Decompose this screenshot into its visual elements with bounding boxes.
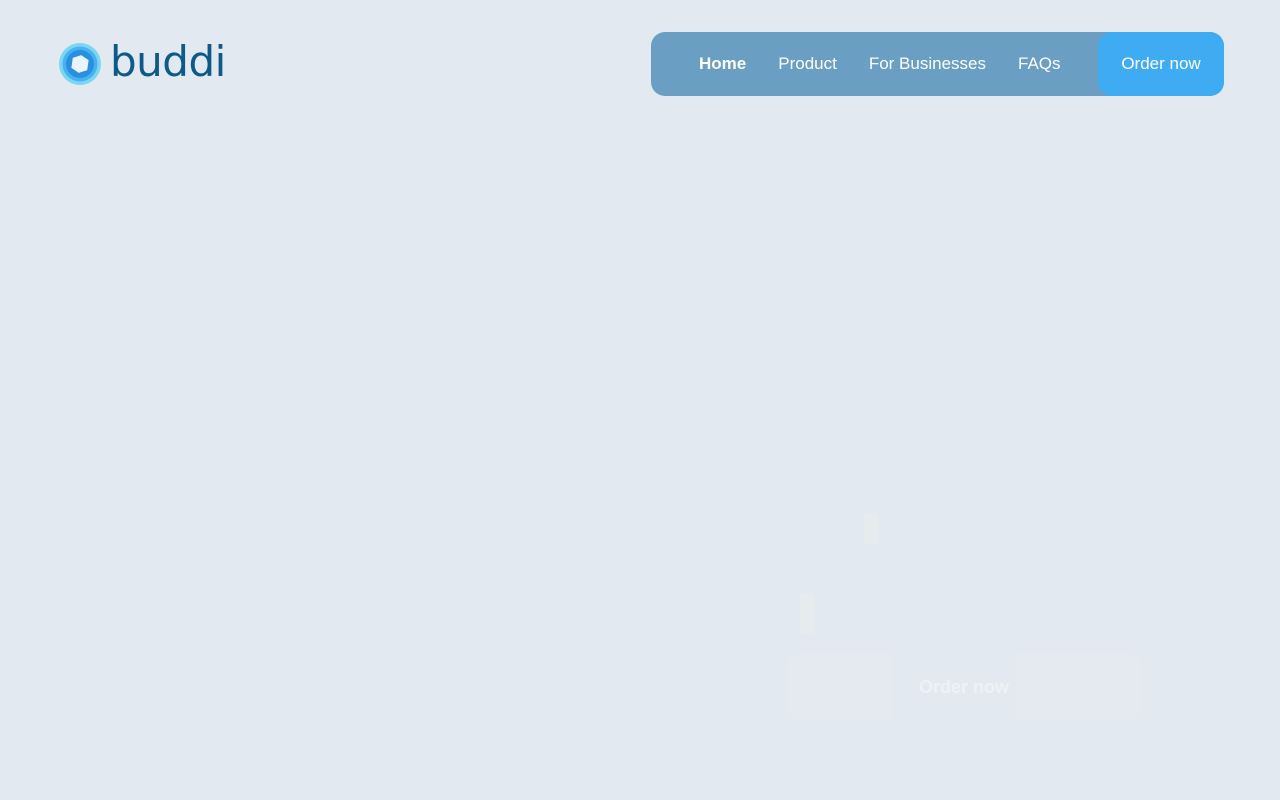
nav-link-product[interactable]: Product	[778, 54, 837, 74]
nav-link-for-businesses[interactable]: For Businesses	[869, 54, 986, 74]
nav-links: Home Product For Businesses FAQs	[699, 54, 1093, 74]
order-now-button[interactable]: Order now	[1098, 32, 1224, 96]
main-navigation: Home Product For Businesses FAQs Order n…	[651, 32, 1224, 96]
faded-hero-content	[786, 500, 1142, 640]
buddi-ring-logo-icon	[59, 43, 101, 85]
brand-name: buddi	[110, 37, 226, 86]
faded-decor	[864, 514, 878, 544]
nav-link-home[interactable]: Home	[699, 54, 746, 74]
faded-decor	[800, 594, 814, 634]
brand-logo-link[interactable]: buddi	[58, 37, 226, 88]
nav-link-faqs[interactable]: FAQs	[1018, 54, 1061, 74]
faded-order-now-button[interactable]: Order now	[786, 654, 1142, 720]
